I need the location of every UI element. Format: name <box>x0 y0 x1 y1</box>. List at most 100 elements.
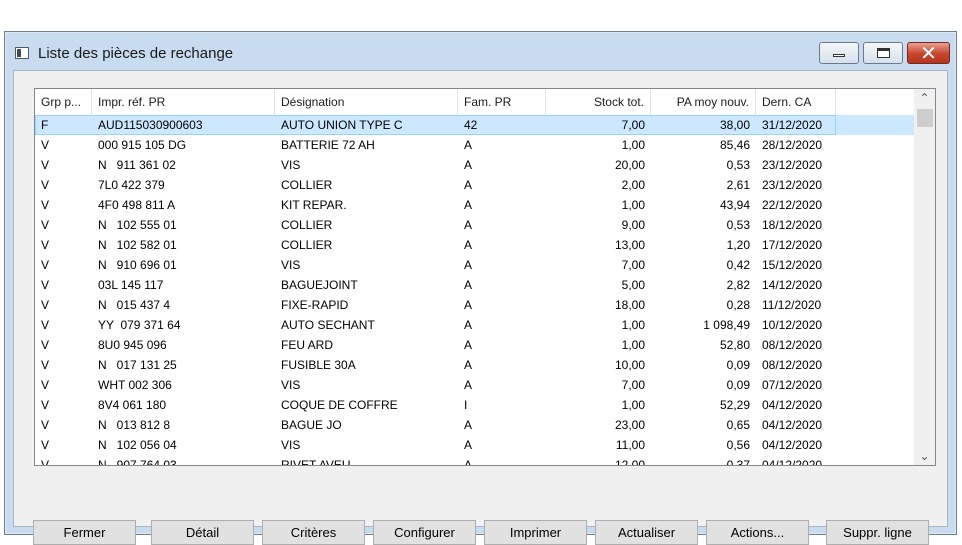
table-row[interactable]: V 8U0 945 096 FEU ARD A 1,00 52,80 08/12/2020 <box>35 335 915 355</box>
minimize-button[interactable] <box>819 42 859 64</box>
cell-grp: V <box>41 458 50 466</box>
cell-dern-ca: 04/12/2020 <box>762 418 823 432</box>
cell-stock: 5,00 <box>621 278 645 292</box>
cell-ref: 03L 145 117 <box>98 278 164 292</box>
cell-stock: 18,00 <box>614 298 645 312</box>
cell-famille: A <box>464 158 473 172</box>
cell-designation: VIS <box>281 158 301 172</box>
cell-pa-moy: 52,80 <box>719 338 750 352</box>
cell-dern-ca: 17/12/2020 <box>762 238 823 252</box>
minimize-icon <box>833 54 845 57</box>
column-header-pa-moy[interactable]: PA moy nouv. <box>651 89 756 115</box>
cell-stock: 11,00 <box>615 438 645 452</box>
cell-ref: N 911 361 02 <box>98 158 176 172</box>
cell-ref: 4F0 498 811 A <box>98 198 176 212</box>
table-row[interactable]: V N 911 361 02 VIS A 20,00 0,53 23/12/2020 <box>35 155 915 175</box>
chevron-down-icon[interactable]: ⌄ <box>914 447 935 465</box>
cell-designation: VIS <box>281 258 301 272</box>
maximize-button[interactable] <box>863 42 903 64</box>
table-row[interactable]: V N 017 131 25 FUSIBLE 30A A 10,00 0,09 08/12/… <box>35 355 915 375</box>
cell-stock: 10,00 <box>614 358 645 372</box>
chevron-up-icon[interactable]: ⌃ <box>914 89 935 107</box>
column-header-stock[interactable]: Stock tot. <box>546 89 651 115</box>
cell-grp: V <box>41 178 50 192</box>
cell-pa-moy: 0,09 <box>726 358 750 372</box>
cell-designation: AUTO SECHANT <box>281 318 375 332</box>
cell-designation: AUTO UNION TYPE C <box>281 118 403 132</box>
cell-grp: V <box>41 218 50 232</box>
cell-ref: AUD115030900603 <box>98 118 203 132</box>
cell-designation: BAGUE JO <box>281 418 342 432</box>
scrollbar-thumb[interactable] <box>917 109 933 127</box>
cell-designation: COLLIER <box>281 178 333 192</box>
table-row[interactable]: V 7L0 422 379 COLLIER A 2,00 2,61 23/12/2020 <box>35 175 915 195</box>
table-row[interactable]: V N 102 555 01 COLLIER A 9,00 0,53 18/12/2020 <box>35 215 915 235</box>
cell-grp: V <box>41 338 50 352</box>
cell-famille: A <box>464 318 473 332</box>
actualiser-button[interactable]: Actualiser <box>595 520 698 545</box>
title-bar[interactable]: Liste des pièces de rechange ✕ <box>5 32 956 70</box>
table-row[interactable]: V 03L 145 117 BAGUEJOINT A 5,00 2,82 14/12/202… <box>35 275 915 295</box>
table-row[interactable]: V N 102 582 01 COLLIER A 13,00 1,20 17/12/2020 <box>35 235 915 255</box>
cell-stock: 13,00 <box>614 238 645 252</box>
cell-designation: VIS <box>281 438 301 452</box>
cell-dern-ca: 04/12/2020 <box>762 398 823 412</box>
cell-stock: 9,00 <box>621 218 645 232</box>
cell-famille: A <box>464 278 473 292</box>
cell-ref: 7L0 422 379 <box>98 178 165 192</box>
cell-ref: N 102 582 01 <box>98 238 177 252</box>
cell-dern-ca: 28/12/2020 <box>762 138 823 152</box>
cell-stock: 7,00 <box>621 258 645 272</box>
column-header-grp[interactable]: Grp p... <box>35 89 92 115</box>
column-header-designation[interactable]: Désignation <box>275 89 458 115</box>
suppr-ligne-button[interactable]: Suppr. ligne <box>826 520 929 545</box>
cell-dern-ca: 15/12/2020 <box>762 258 823 272</box>
cell-grp: F <box>41 118 49 132</box>
table-row[interactable]: V WHT 002 306 VIS A 7,00 0,09 07/12/2020 <box>35 375 915 395</box>
cell-designation: COLLIER <box>281 238 333 252</box>
cell-stock: 1,00 <box>621 338 645 352</box>
table-row[interactable]: V N 102 056 04 VIS A 11,00 0,56 04/12/2020 <box>35 435 915 455</box>
imprimer-button[interactable]: Imprimer <box>484 520 587 545</box>
cell-famille: A <box>464 238 473 252</box>
cell-ref: N 102 056 04 <box>98 438 177 452</box>
cell-famille: A <box>464 338 473 352</box>
cell-famille: A <box>464 138 473 152</box>
cell-pa-moy: 0,56 <box>726 438 750 452</box>
cell-dern-ca: 18/12/2020 <box>762 218 823 232</box>
cell-stock: 1,00 <box>621 138 645 152</box>
table-row[interactable]: V 000 915 105 DG BATTERIE 72 AH A 1,00 85,46 2… <box>35 135 915 155</box>
cell-pa-moy: 1,20 <box>726 238 750 252</box>
table-row[interactable]: V N 015 437 4 FIXE-RAPID A 18,00 0,28 11/12/20… <box>35 295 915 315</box>
criteres-button[interactable]: Critères <box>262 520 365 545</box>
cell-famille: A <box>464 358 473 372</box>
actions-button[interactable]: Actions... <box>706 520 809 545</box>
table-row[interactable]: F AUD115030900603 AUTO UNION TYPE C 42 7,00 3… <box>35 115 915 135</box>
cell-dern-ca: 22/12/2020 <box>762 198 823 212</box>
configurer-button[interactable]: Configurer <box>373 520 476 545</box>
cell-designation: VIS <box>281 378 301 392</box>
close-button[interactable]: ✕ <box>907 41 950 65</box>
column-header-dern-ca[interactable]: Dern. CA <box>756 89 836 115</box>
cell-famille: I <box>464 398 468 412</box>
column-header-ref[interactable]: Impr. réf. PR <box>92 89 275 115</box>
table-row[interactable]: V N 907 764 03 RIVET AVEU A 12,00 0,37 04/12/2… <box>35 455 915 466</box>
cell-dern-ca: 10/12/2020 <box>762 318 823 332</box>
parts-list[interactable]: Grp p... Impr. réf. PR Désignation Fam. … <box>34 88 936 466</box>
cell-stock: 1,00 <box>621 198 645 212</box>
detail-button[interactable]: Détail <box>151 520 254 545</box>
table-row[interactable]: V N 013 812 8 BAGUE JO A 23,00 0,65 04/12/2020 <box>35 415 915 435</box>
vertical-scrollbar[interactable]: ⌃ ⌄ <box>914 89 935 465</box>
cell-dern-ca: 04/12/2020 <box>762 438 823 452</box>
fermer-button[interactable]: Fermer <box>33 520 136 545</box>
table-row[interactable]: V N 910 696 01 VIS A 7,00 0,42 15/12/2020 <box>35 255 915 275</box>
cell-famille: A <box>464 258 473 272</box>
column-header-famille[interactable]: Fam. PR <box>458 89 546 115</box>
maximize-icon <box>877 48 890 58</box>
cell-stock: 12,00 <box>614 458 645 466</box>
table-row[interactable]: V 4F0 498 811 A KIT REPAR. A 1,00 43,94 22/12/… <box>35 195 915 215</box>
table-row[interactable]: V YY 079 371 64 AUTO SECHANT A 1,00 1 098,49 1… <box>35 315 915 335</box>
table-row[interactable]: V 8V4 061 180 COQUE DE COFFRE I 1,00 52,29 04/… <box>35 395 915 415</box>
cell-dern-ca: 11/12/2020 <box>762 298 822 312</box>
cell-designation: FEU ARD <box>281 338 334 352</box>
